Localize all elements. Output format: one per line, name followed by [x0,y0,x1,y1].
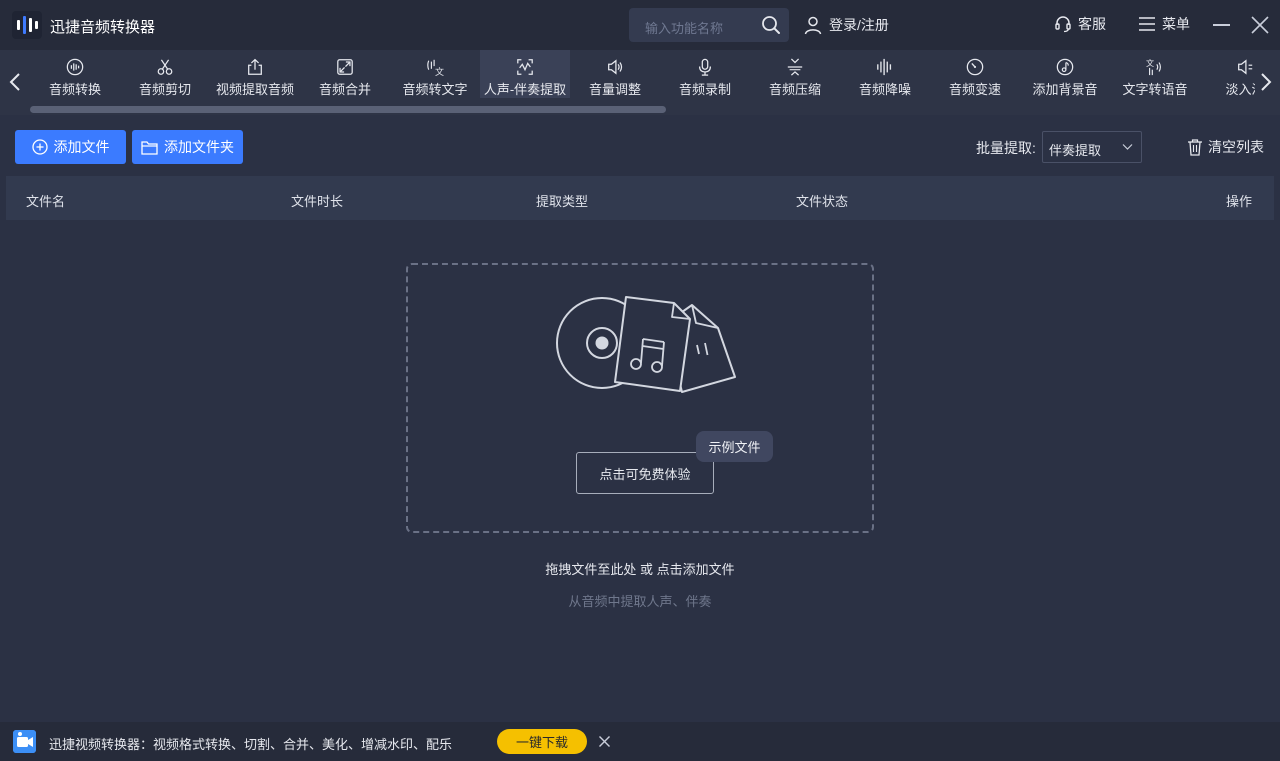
column-header-extract-type: 提取类型 [536,194,589,209]
tab-video-extract-audio[interactable]: 视频提取音频 [210,50,300,98]
tab-audio-compress[interactable]: 音频压缩 [750,50,840,98]
add-file-button[interactable]: 添加文件 [15,130,126,164]
column-header-action: 操作 [1226,194,1253,209]
tab-label: 音频合并 [318,82,371,97]
customer-service-label: 客服 [1078,16,1106,32]
merge-icon [337,59,353,75]
speed-dial-icon [966,58,984,76]
video-converter-app-icon [13,730,36,753]
compress-icon [787,58,803,76]
minimize-icon[interactable] [1213,24,1230,26]
headset-icon [1055,16,1071,33]
search-icon[interactable] [761,15,781,35]
trash-icon [1188,138,1202,156]
menu-button[interactable]: 菜单 [1138,14,1190,34]
hamburger-icon [1139,17,1155,31]
login-register-button[interactable]: 登录/注册 [803,14,889,36]
promo-bar: 迅捷视频转换器：视频格式转换、切割、合并、美化、增减水印、配乐 一键下载 [0,722,1280,761]
fade-icon [1238,59,1253,75]
batch-extract-value: 伴奏提取 [1049,143,1102,158]
column-header-status: 文件状态 [796,194,849,209]
vocal-extract-icon [517,59,533,75]
music-note-icon [1056,58,1074,76]
tab-label: 淡入淡 [1225,82,1255,97]
tab-label: 添加背景音 [1032,82,1098,97]
tab-text-to-speech[interactable]: 文 文字转语音 [1110,50,1200,98]
tab-label: 人声-伴奏提取 [483,82,567,97]
function-tabs: 音频转换 音频剪切 视频提取音频 音频合并 文 音频转文字 人声-伴奏提取 音量… [30,50,1255,105]
tab-volume-adjust[interactable]: 音量调整 [570,50,660,98]
tab-label: 音频降噪 [858,82,911,97]
audio-convert-icon [66,58,84,76]
drop-hint-secondary: 从音频中提取人声、伴奏 [568,594,712,609]
tab-label: 音频转文字 [402,82,468,97]
chevron-down-icon [1122,144,1133,150]
customer-service-button[interactable]: 客服 [1054,14,1106,34]
file-drop-zone[interactable]: 点击可免费体验 示例文件 [406,263,874,533]
chevron-left-icon[interactable] [5,70,25,94]
tab-audio-cut[interactable]: 音频剪切 [120,50,210,98]
tabs-scrollbar[interactable] [30,106,666,113]
audio-text-icon: 文 [427,59,444,76]
batch-extract-label: 批量提取: [976,140,1036,156]
tab-fade-in-out[interactable]: 淡入淡 [1200,50,1255,98]
tab-label: 音量调整 [588,82,641,97]
clear-list-label: 清空列表 [1208,139,1264,155]
add-folder-button[interactable]: 添加文件夹 [132,130,243,164]
close-promo-icon[interactable] [598,735,611,748]
app-title: 迅捷音频转换器 [50,19,156,36]
user-icon [804,16,822,35]
tab-vocal-extract[interactable]: 人声-伴奏提取 [480,50,570,98]
add-file-label: 添加文件 [53,139,110,155]
batch-extract-select[interactable]: 伴奏提取 [1042,131,1142,163]
tab-label: 文字转语音 [1122,82,1188,97]
promo-text: 迅捷视频转换器：视频格式转换、切割、合并、美化、增减水印、配乐 [49,737,453,752]
tab-audio-convert[interactable]: 音频转换 [30,50,120,98]
share-upload-icon [248,58,262,75]
function-toolbar: 音频转换 音频剪切 视频提取音频 音频合并 文 音频转文字 人声-伴奏提取 音量… [0,50,1280,115]
scissors-icon [157,59,173,75]
column-header-duration: 文件时长 [291,194,344,209]
tab-label: 音频剪切 [138,82,191,97]
tab-label: 音频转换 [48,82,101,97]
search-input[interactable]: 输入功能名称 [645,18,723,37]
svg-text:文: 文 [435,66,444,76]
free-trial-button[interactable]: 点击可免费体验 [576,452,714,494]
microphone-icon [698,58,712,76]
tab-audio-merge[interactable]: 音频合并 [300,50,390,98]
tab-audio-to-text[interactable]: 文 音频转文字 [390,50,480,98]
drop-hint-primary: 拖拽文件至此处 或 点击添加文件 [545,562,735,577]
chevron-right-icon[interactable] [1256,70,1276,94]
login-label: 登录/注册 [829,17,889,33]
text-speech-icon: 文 [1146,58,1161,76]
app-logo-icon [12,11,42,39]
tab-add-background-music[interactable]: 添加背景音 [1020,50,1110,98]
close-icon[interactable] [1250,15,1270,35]
file-table-header: 文件名 文件时长 提取类型 文件状态 操作 [6,176,1274,220]
folder-icon [141,140,158,155]
tab-label: 音频压缩 [768,82,821,97]
tab-label: 音频变速 [948,82,1001,97]
svg-text:文: 文 [1146,58,1154,68]
tab-noise-reduce[interactable]: 音频降噪 [840,50,930,98]
main-panel: 添加文件 添加文件夹 批量提取: 伴奏提取 清空列表 文件名 文件时长 提取类型… [6,120,1274,714]
tab-label: 音频录制 [678,82,731,97]
noise-reduce-icon [877,58,892,76]
audio-files-illustration-icon [556,296,736,393]
title-bar: 迅捷音频转换器 输入功能名称 登录/注册 客服 菜单 [0,0,1280,50]
add-folder-label: 添加文件夹 [164,139,234,155]
one-click-download-button[interactable]: 一键下载 [497,729,587,754]
plus-circle-icon [31,139,48,155]
sample-file-tag[interactable]: 示例文件 [696,431,773,462]
tab-label: 视频提取音频 [215,82,294,97]
search-box[interactable]: 输入功能名称 [629,8,789,42]
menu-label: 菜单 [1162,16,1190,32]
column-header-filename: 文件名 [26,194,66,209]
tab-audio-record[interactable]: 音频录制 [660,50,750,98]
volume-icon [608,59,623,75]
clear-list-button[interactable]: 清空列表 [1187,137,1264,157]
tab-audio-speed[interactable]: 音频变速 [930,50,1020,98]
